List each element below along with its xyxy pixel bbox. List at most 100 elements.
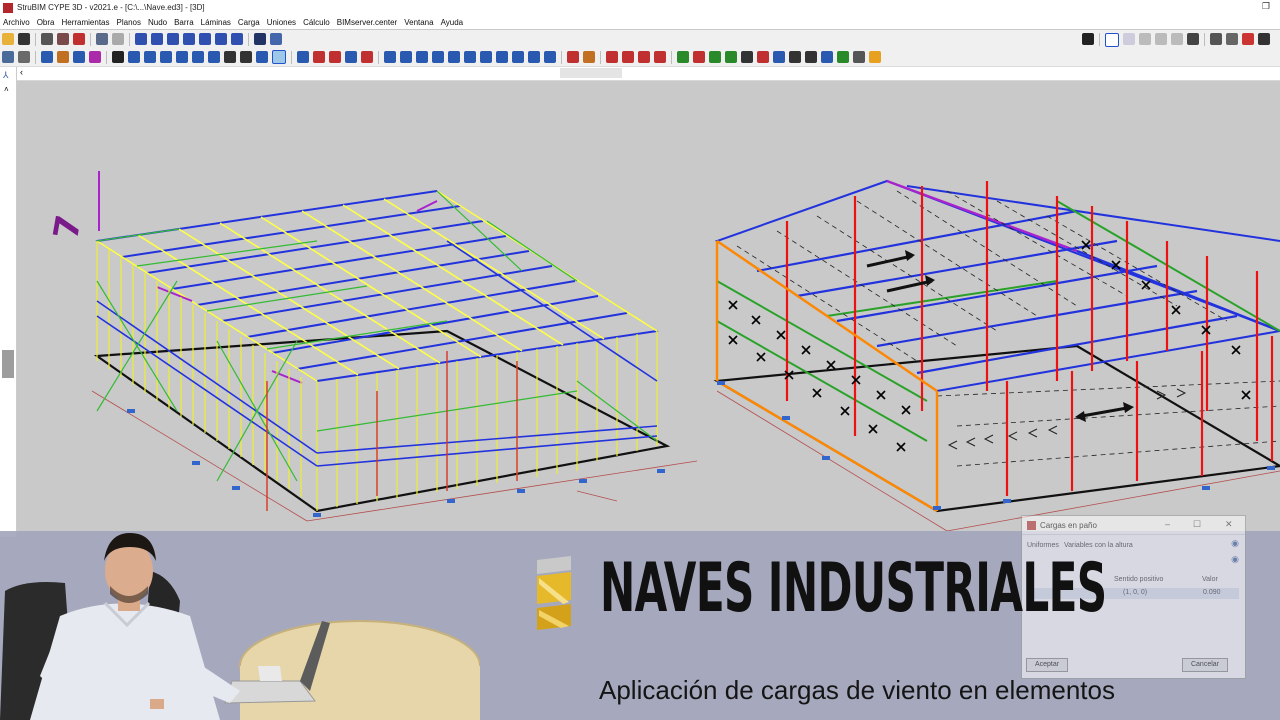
axes-icon[interactable] [1139,33,1151,45]
refresh-icon[interactable] [1155,33,1167,45]
bar-assign-icon[interactable] [480,51,492,63]
chevron-left-icon[interactable]: ‹ [20,67,23,77]
connection-design-icon[interactable] [693,51,705,63]
view-tab[interactable] [560,68,622,78]
connection-check-icon[interactable] [709,51,721,63]
menu-nudo[interactable]: Nudo [145,18,171,27]
collapse-icon[interactable] [1258,33,1270,45]
zoom-icon[interactable] [199,33,211,45]
mesh-icon[interactable] [821,51,833,63]
maximize-icon[interactable]: ☐ [1193,519,1201,530]
info-icon[interactable]: ◉ [1231,554,1239,565]
buckling-icon[interactable] [384,51,396,63]
panel-load-icon[interactable] [638,51,650,63]
cancel-button[interactable]: Cancelar [1182,658,1228,672]
zoom-extents-icon[interactable] [231,33,243,45]
cut-icon[interactable] [128,51,140,63]
undo-icon[interactable] [96,33,108,45]
deflection-icon[interactable] [432,51,444,63]
pencil-icon[interactable] [361,51,373,63]
menu-calculo[interactable]: Cálculo [300,18,334,27]
zoom-all-icon[interactable] [183,33,195,45]
magnet-icon[interactable] [73,33,85,45]
orbit-icon[interactable] [151,33,163,45]
axis-icon[interactable]: ⅄ [3,70,9,81]
section-icon[interactable] [528,51,540,63]
rotate-view-icon[interactable] [135,33,147,45]
tools-icon[interactable] [1187,33,1199,45]
menu-laminas[interactable]: Láminas [198,18,235,27]
extend-icon[interactable] [144,51,156,63]
detail-icon[interactable] [789,51,801,63]
end-release-icon[interactable] [329,51,341,63]
span-icon[interactable] [192,51,204,63]
list-icon[interactable] [853,51,865,63]
camera-icon[interactable] [1226,33,1238,45]
split-view-icon[interactable] [1123,33,1135,45]
menu-archivo[interactable]: Archivo [0,18,34,27]
report-icon[interactable] [757,51,769,63]
menu-obra[interactable]: Obra [34,18,59,27]
scrollbar-thumb[interactable] [2,350,14,378]
export-icon[interactable] [1242,33,1254,45]
image-export-icon[interactable] [254,33,266,45]
node-load-icon[interactable] [606,51,618,63]
menu-bimserver[interactable]: BIMserver.center [334,18,401,27]
lateral-buckling-icon[interactable] [400,51,412,63]
restore-icon[interactable]: ❐ [1262,1,1270,12]
pan-hand-icon[interactable] [215,33,227,45]
grid-select-icon[interactable] [224,51,236,63]
brace-icon[interactable] [837,51,849,63]
copy-icon[interactable] [208,51,220,63]
new-bar-icon[interactable] [57,51,69,63]
new-node-icon[interactable] [41,51,53,63]
frame-icon[interactable] [773,51,785,63]
move-icon[interactable] [112,51,124,63]
edit-connection-icon[interactable] [741,51,753,63]
bar-load-icon[interactable] [622,51,634,63]
support-icon[interactable] [297,51,309,63]
render-3d-icon[interactable] [1210,33,1222,45]
close-icon[interactable]: ✕ [1225,519,1233,530]
load-edit-icon[interactable] [654,51,666,63]
redo-icon[interactable] [112,33,124,45]
flip-icon[interactable] [496,51,508,63]
menu-herramientas[interactable]: Herramientas [58,18,113,27]
save-icon[interactable] [18,33,30,45]
settings-icon[interactable] [18,51,30,63]
single-view-icon[interactable] [1105,33,1119,47]
connection-icon[interactable] [677,51,689,63]
divide-icon[interactable] [176,51,188,63]
accept-button[interactable]: Aceptar [1026,658,1068,672]
menu-uniones[interactable]: Uniones [264,18,300,27]
profile-icon[interactable] [448,51,460,63]
layers-icon[interactable] [1171,33,1183,45]
open-folder-icon[interactable] [2,33,14,45]
chevron-up-icon[interactable]: ˄ [4,85,9,94]
3d-viewport[interactable]: 7 [17,81,1280,531]
tab-uniformes[interactable]: Uniformes [1027,542,1059,549]
coefficient-icon[interactable] [416,51,428,63]
rotate-section-icon[interactable] [512,51,524,63]
menu-ayuda[interactable]: Ayuda [438,18,468,27]
release-icon[interactable] [313,51,325,63]
binoculars-icon[interactable] [1082,33,1094,45]
menu-barra[interactable]: Barra [171,18,198,27]
active-tool-icon[interactable] [272,50,286,64]
print-icon[interactable] [41,33,53,45]
group-icon[interactable] [89,51,101,63]
edit-icon[interactable] [345,51,357,63]
ladder-icon[interactable] [805,51,817,63]
measure-bar-icon[interactable] [256,51,268,63]
menu-planos[interactable]: Planos [114,18,145,27]
help-icon[interactable]: ◉ [1231,538,1239,549]
stretch-icon[interactable] [160,51,172,63]
minimize-icon[interactable]: – [1165,519,1170,529]
properties-icon[interactable] [2,51,14,63]
anchor-icon[interactable] [567,51,579,63]
plate-icon[interactable] [544,51,556,63]
grid-icon[interactable] [57,33,69,45]
menu-carga[interactable]: Carga [235,18,264,27]
connection-group-icon[interactable] [725,51,737,63]
footing-icon[interactable] [583,51,595,63]
